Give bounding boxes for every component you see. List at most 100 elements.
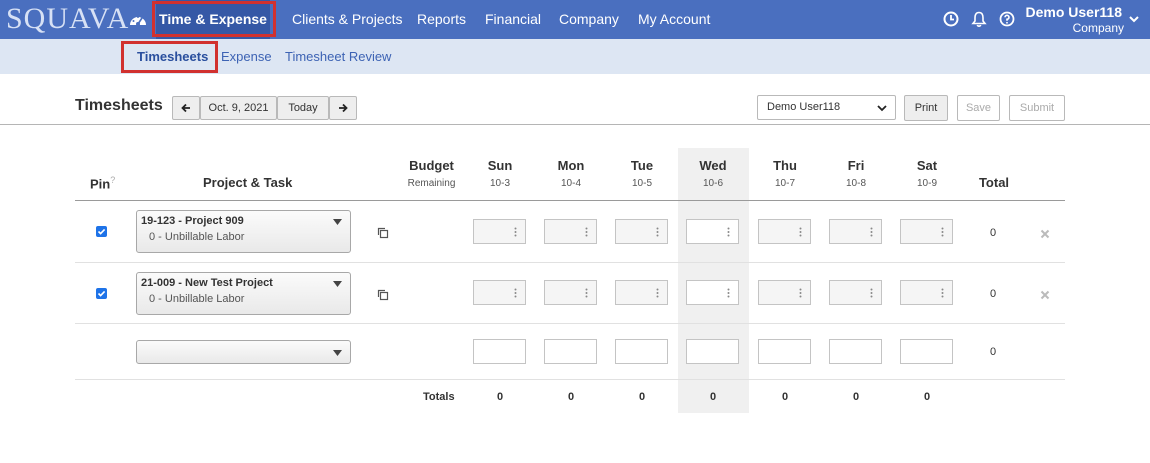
project-task-select[interactable]: 19-123 - Project 909 0 - Unbillable Labo… (136, 210, 351, 253)
dashboard-icon[interactable] (129, 11, 147, 27)
hours-input[interactable] (900, 339, 953, 364)
pin-checkbox[interactable] (96, 288, 107, 299)
nav-reports[interactable]: Reports (417, 0, 466, 39)
hours-input[interactable] (544, 280, 597, 305)
arrow-left-icon (181, 103, 190, 113)
user-name[interactable]: Demo User118 (1025, 4, 1122, 20)
subnav-timesheets[interactable]: Timesheets (137, 39, 208, 74)
subnav-expense[interactable]: Expense (221, 39, 272, 74)
more-vertical-icon[interactable] (585, 288, 588, 298)
hours-input[interactable] (473, 280, 526, 305)
hours-input[interactable] (758, 280, 811, 305)
hours-input[interactable] (544, 339, 597, 364)
project-task-select-empty[interactable] (136, 340, 351, 364)
today-button[interactable]: Today (277, 96, 329, 120)
clock-icon[interactable] (942, 10, 960, 28)
task-name: 0 - Unbillable Labor (149, 231, 245, 243)
copy-icon[interactable] (377, 227, 389, 239)
submit-button[interactable]: Submit (1009, 95, 1065, 121)
help-icon[interactable] (998, 10, 1016, 28)
pin-help[interactable]: ? (110, 175, 115, 185)
hours-input[interactable] (686, 219, 739, 244)
day-date: 10-4 (560, 178, 581, 189)
hours-input[interactable] (686, 339, 739, 364)
chevron-down-icon (877, 105, 887, 112)
logo[interactable]: SQUAVA (6, 2, 129, 36)
next-week-button[interactable] (329, 96, 357, 120)
more-vertical-icon[interactable] (514, 227, 517, 237)
header-divider (75, 200, 1065, 201)
pin-header: Pin? (90, 175, 116, 192)
print-button[interactable]: Print (904, 95, 948, 121)
day-total: 0 (852, 391, 860, 403)
hours-input[interactable] (829, 219, 882, 244)
day-total: 0 (781, 391, 789, 403)
more-vertical-icon[interactable] (870, 288, 873, 298)
budget-header: Budget (409, 158, 454, 173)
day-date: 10-7 (774, 178, 795, 189)
day-header: Thu (773, 158, 797, 173)
hours-input[interactable] (544, 219, 597, 244)
day-date: 10-8 (845, 178, 866, 189)
nav-clients-projects[interactable]: Clients & Projects (292, 0, 402, 39)
save-button[interactable]: Save (957, 95, 1000, 121)
close-icon[interactable] (1040, 229, 1050, 239)
caret-down-icon (333, 281, 342, 287)
project-task-select[interactable]: 21-009 - New Test Project 0 - Unbillable… (136, 272, 351, 315)
prev-week-button[interactable] (172, 96, 200, 120)
day-header: Wed (699, 158, 727, 173)
day-header: Mon (557, 158, 585, 173)
nav-time-expense[interactable]: Time & Expense (156, 0, 270, 39)
hours-input[interactable] (758, 339, 811, 364)
hours-input[interactable] (615, 280, 668, 305)
user-select-value: Demo User118 (767, 101, 841, 113)
subnav-timesheet-review[interactable]: Timesheet Review (285, 39, 391, 74)
close-icon[interactable] (1040, 290, 1050, 300)
nav-company[interactable]: Company (559, 0, 619, 39)
more-vertical-icon[interactable] (941, 288, 944, 298)
day-date: 10-5 (631, 178, 652, 189)
hours-input[interactable] (615, 339, 668, 364)
more-vertical-icon[interactable] (514, 288, 517, 298)
bell-icon[interactable] (970, 10, 988, 28)
caret-down-icon (333, 219, 342, 225)
hours-input[interactable] (473, 339, 526, 364)
more-vertical-icon[interactable] (656, 227, 659, 237)
copy-icon[interactable] (377, 289, 389, 301)
row-total: 0 (989, 346, 997, 358)
more-vertical-icon[interactable] (727, 288, 730, 298)
day-date: 10-9 (916, 178, 937, 189)
hours-input[interactable] (473, 219, 526, 244)
project-name: 19-123 - Project 909 (141, 215, 244, 227)
hours-input[interactable] (615, 219, 668, 244)
more-vertical-icon[interactable] (799, 227, 802, 237)
day-header: Tue (630, 158, 654, 173)
hours-input[interactable] (829, 339, 882, 364)
more-vertical-icon[interactable] (656, 288, 659, 298)
pin-checkbox[interactable] (96, 226, 107, 237)
more-vertical-icon[interactable] (727, 227, 730, 237)
more-vertical-icon[interactable] (941, 227, 944, 237)
chevron-down-icon[interactable] (1128, 14, 1140, 24)
budget-subheader: Remaining (407, 178, 456, 189)
nav-my-account[interactable]: My Account (638, 0, 710, 39)
date-picker[interactable]: Oct. 9, 2021 (200, 96, 277, 120)
day-total: 0 (923, 391, 931, 403)
hours-input[interactable] (686, 280, 739, 305)
hours-input[interactable] (900, 219, 953, 244)
hours-input[interactable] (758, 219, 811, 244)
row-total: 0 (989, 288, 997, 300)
day-date: 10-3 (489, 178, 510, 189)
day-total: 0 (638, 391, 646, 403)
more-vertical-icon[interactable] (870, 227, 873, 237)
nav-financial[interactable]: Financial (485, 0, 541, 39)
hours-input[interactable] (900, 280, 953, 305)
user-select[interactable]: Demo User118 (757, 95, 896, 120)
caret-down-icon (333, 350, 342, 356)
hours-input[interactable] (829, 280, 882, 305)
day-header: Fri (847, 158, 865, 173)
top-nav: SQUAVA Time & Expense Clients & Projects… (0, 0, 1150, 39)
more-vertical-icon[interactable] (799, 288, 802, 298)
day-header: Sun (487, 158, 513, 173)
more-vertical-icon[interactable] (585, 227, 588, 237)
